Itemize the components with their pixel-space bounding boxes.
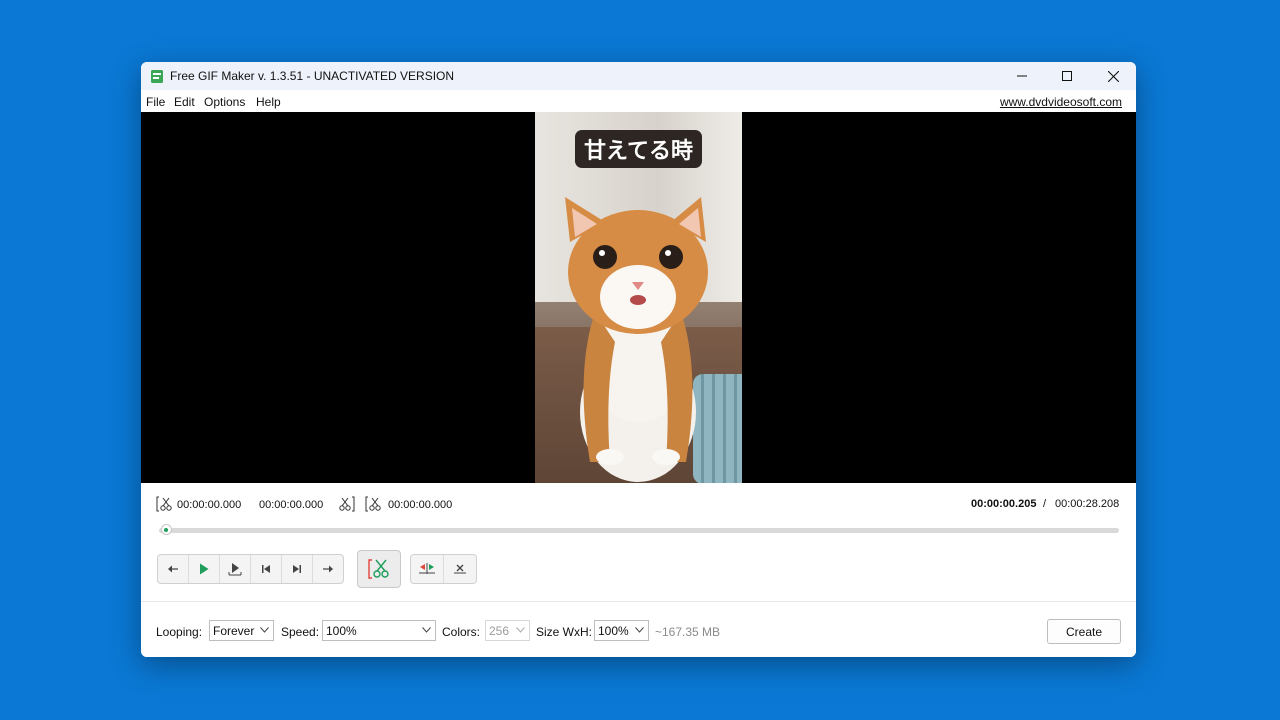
window-title: Free GIF Maker v. 1.3.51 - UNACTIVATED V… <box>170 69 455 83</box>
chevron-down-icon <box>516 627 525 633</box>
previous-frame-icon <box>262 565 270 573</box>
menu-file[interactable]: File <box>146 95 165 109</box>
cut-time: 00:00:00.000 <box>388 499 453 511</box>
remove-marker-button[interactable] <box>444 555 476 583</box>
maximize-icon <box>1062 71 1072 81</box>
cut-button[interactable] <box>357 550 401 588</box>
chevron-down-icon <box>422 627 431 633</box>
create-button[interactable]: Create <box>1047 619 1121 644</box>
menu-options[interactable]: Options <box>204 95 245 109</box>
play-button[interactable] <box>189 555 220 583</box>
speed-select[interactable]: 100% <box>322 620 436 641</box>
estimated-size: ~167.35 MB <box>655 625 721 639</box>
looping-label: Looping: <box>156 625 203 639</box>
remove-marker-icon <box>454 564 466 574</box>
step-back-button[interactable] <box>158 555 189 583</box>
video-caption: 甘えてる時 <box>575 130 702 168</box>
title-bar: Free GIF Maker v. 1.3.51 - UNACTIVATED V… <box>141 62 1136 90</box>
current-time: 00:00:00.205 <box>971 498 1037 510</box>
maximize-button[interactable] <box>1044 62 1090 90</box>
video-preview: 甘えてる時 <box>141 112 1136 483</box>
website-link[interactable]: www.dvdvideosoft.com <box>1000 95 1122 109</box>
scissors-icon <box>368 559 389 579</box>
split-marker-icon <box>419 563 435 574</box>
total-time: 00:00:28.208 <box>1055 498 1120 510</box>
looping-select[interactable]: Forever <box>209 620 274 641</box>
timeline-track[interactable] <box>159 528 1119 533</box>
previous-frame-button[interactable] <box>251 555 282 583</box>
split-marker-button[interactable] <box>411 555 444 583</box>
close-button[interactable] <box>1090 62 1136 90</box>
chevron-down-icon <box>635 627 644 633</box>
output-settings-bar: Looping: Forever Speed: 100% Colors: 256… <box>141 602 1136 657</box>
chevron-down-icon <box>260 627 269 633</box>
play-to-end-icon <box>228 563 242 576</box>
next-frame-icon <box>293 565 301 573</box>
time-separator: / <box>1043 498 1047 510</box>
minimize-button[interactable] <box>999 62 1045 90</box>
menu-bar: File Edit Options Help www.dvdvideosoft.… <box>141 90 1136 112</box>
next-frame-button[interactable] <box>282 555 313 583</box>
start-marker-icon[interactable] <box>156 496 172 512</box>
step-forward-icon <box>323 565 333 573</box>
gif-app-icon <box>151 70 163 83</box>
speed-label: Speed: <box>281 625 320 639</box>
play-to-end-button[interactable] <box>220 555 251 583</box>
marker-controls <box>410 554 477 584</box>
playback-controls <box>157 554 344 584</box>
close-icon <box>1107 70 1119 82</box>
end-marker-icon[interactable] <box>339 496 355 512</box>
timeline-knob[interactable] <box>160 524 172 535</box>
menu-help[interactable]: Help <box>256 95 281 109</box>
minimize-icon <box>1017 75 1027 77</box>
step-back-icon <box>168 565 178 573</box>
size-select[interactable]: 100% <box>594 620 649 641</box>
play-icon <box>200 563 209 575</box>
colors-select[interactable]: 256 <box>485 620 530 641</box>
app-window: Free GIF Maker v. 1.3.51 - UNACTIVATED V… <box>141 62 1136 657</box>
size-label: Size WxH: <box>536 625 593 639</box>
end-time: 00:00:00.000 <box>259 499 324 511</box>
start-time: 00:00:00.000 <box>177 499 242 511</box>
colors-label: Colors: <box>442 625 481 639</box>
menu-edit[interactable]: Edit <box>174 95 195 109</box>
timeline-panel: 00:00:00.000 00:00:00.000 00:00:00.000 0… <box>141 483 1136 601</box>
step-forward-button[interactable] <box>313 555 343 583</box>
cut-marker-icon[interactable] <box>365 496 381 512</box>
video-frame: 甘えてる時 <box>535 112 742 483</box>
